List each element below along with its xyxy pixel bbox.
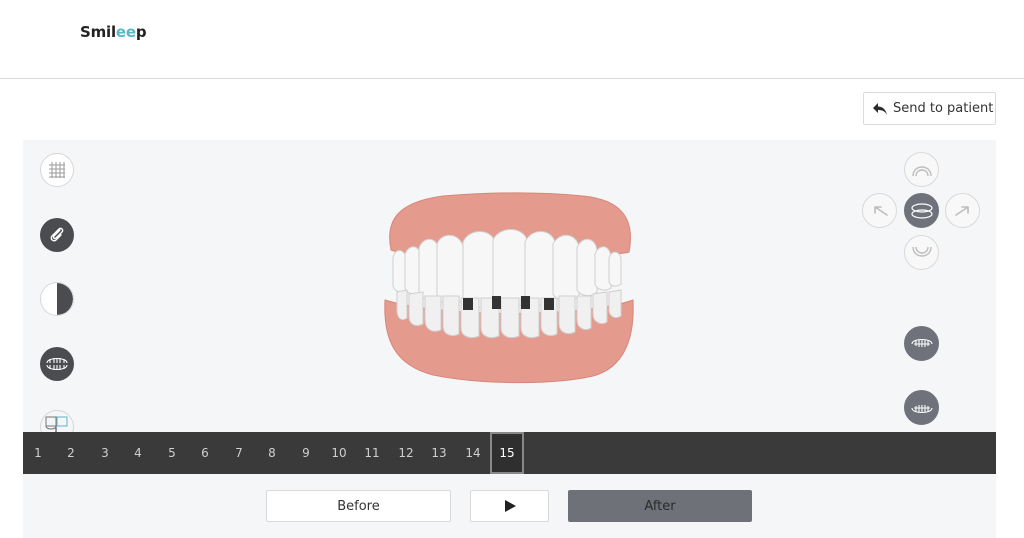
dental-model[interactable] xyxy=(23,140,996,432)
logo-text-accent: ee xyxy=(115,23,136,41)
play-button[interactable] xyxy=(470,490,549,522)
stage-14[interactable]: 14 xyxy=(458,432,488,474)
stage-7[interactable]: 7 xyxy=(224,432,254,474)
occlusion-view-button[interactable] xyxy=(40,347,74,381)
grid-toggle-button[interactable] xyxy=(40,153,74,187)
stage-15-active[interactable]: 15 xyxy=(490,432,524,474)
reply-arrow-icon xyxy=(873,102,887,115)
stage-2[interactable]: 2 xyxy=(56,432,86,474)
stage-3[interactable]: 3 xyxy=(90,432,120,474)
front-view-button[interactable] xyxy=(904,193,939,228)
stage-6[interactable]: 6 xyxy=(190,432,220,474)
rotate-left-icon xyxy=(873,205,888,216)
stage-8[interactable]: 8 xyxy=(257,432,287,474)
play-icon xyxy=(504,500,516,512)
app-logo[interactable]: Smileep xyxy=(80,23,147,41)
3d-viewport[interactable] xyxy=(23,140,996,432)
stage-5[interactable]: 5 xyxy=(157,432,187,474)
rotate-right-button[interactable] xyxy=(945,193,980,228)
upper-arch-view-icon xyxy=(911,165,932,176)
lower-teeth-toggle-button[interactable] xyxy=(904,390,939,425)
rotate-left-button[interactable] xyxy=(862,193,897,228)
stage-4[interactable]: 4 xyxy=(123,432,153,474)
lower-arch-view-icon xyxy=(911,246,932,257)
send-to-patient-label: Send to patient xyxy=(893,101,994,116)
before-button[interactable]: Before xyxy=(266,490,451,522)
app-header: Smileep xyxy=(0,0,1024,79)
stage-9[interactable]: 9 xyxy=(291,432,321,474)
treatment-stage-timeline[interactable]: 1 2 3 4 5 6 7 8 9 10 11 12 13 14 15 xyxy=(23,432,996,474)
stage-1[interactable]: 1 xyxy=(23,432,53,474)
stage-12[interactable]: 12 xyxy=(391,432,421,474)
lower-teeth-toggle-icon xyxy=(910,404,933,413)
contrast-toggle-button[interactable] xyxy=(40,282,74,316)
upper-arch-view-button[interactable] xyxy=(904,152,939,187)
rotate-right-icon xyxy=(954,205,969,216)
upper-teeth-toggle-button[interactable] xyxy=(904,326,939,361)
attachment-toggle-button[interactable] xyxy=(40,218,74,252)
stage-11[interactable]: 11 xyxy=(357,432,387,474)
attachment-icon xyxy=(50,227,64,242)
stage-13[interactable]: 13 xyxy=(424,432,454,474)
contrast-icon xyxy=(57,283,73,315)
after-button[interactable]: After xyxy=(568,490,752,522)
logo-text-suffix: p xyxy=(135,23,147,41)
upper-teeth-toggle-icon xyxy=(910,338,933,347)
teeth-occlusion-icon xyxy=(46,357,68,371)
front-view-icon xyxy=(910,202,933,219)
lower-arch-view-button[interactable] xyxy=(904,235,939,270)
logo-text-prefix: Smil xyxy=(80,23,116,41)
stage-10[interactable]: 10 xyxy=(324,432,354,474)
grid-icon xyxy=(49,162,65,178)
send-to-patient-button[interactable]: Send to patient xyxy=(863,92,996,125)
